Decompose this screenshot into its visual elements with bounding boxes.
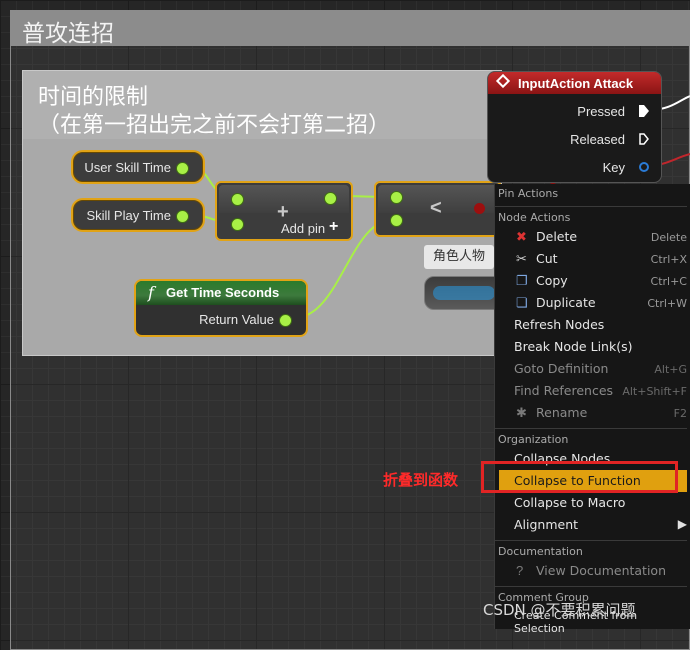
event-diamond-icon [495, 73, 511, 89]
submenu-arrow-icon: ▶ [677, 517, 687, 531]
return-value-label: Return Value [199, 312, 274, 327]
function-icon: f [148, 283, 154, 302]
less-than-node[interactable]: < [374, 181, 502, 237]
menu-item-shortcut: Delete [650, 231, 687, 244]
input-pin-b[interactable] [231, 218, 244, 231]
key-label: Key [602, 160, 625, 175]
annotation-highlight-box [481, 461, 678, 493]
menu-item-goto-definition: Goto Definition Alt+G [499, 358, 687, 380]
input-pin-a[interactable] [390, 191, 403, 204]
input-action-header: InputAction Attack [488, 72, 661, 94]
function-node-header: f Get Time Seconds [136, 281, 306, 305]
menu-item-label: Find References [514, 383, 614, 398]
menu-item-view-documentation: ? View Documentation [499, 560, 687, 582]
context-menu[interactable]: Pin Actions Node Actions ✖ Delete Delete… [494, 184, 690, 635]
delete-icon: ✖ [516, 229, 527, 244]
output-pin[interactable] [176, 210, 189, 223]
menu-item-label: View Documentation [536, 563, 666, 578]
menu-item-label: Alignment [514, 517, 579, 532]
section-node-actions: Node Actions [498, 211, 571, 224]
section-pin-actions: Pin Actions [498, 187, 559, 200]
output-pin[interactable] [324, 192, 337, 205]
menu-item-find-references: Find References Alt+Shift+F [499, 380, 687, 402]
character-tooltip: 角色人物 [424, 245, 494, 269]
duplicate-icon: ❏ [516, 295, 528, 310]
key-struct-pin[interactable] [639, 162, 649, 172]
var-node-skill-play-time[interactable]: Skill Play Time [71, 198, 205, 232]
var-node-label: Skill Play Time [86, 208, 171, 223]
menu-separator [495, 206, 687, 207]
menu-item-shortcut: F2 [673, 407, 687, 420]
input-pin-b[interactable] [390, 214, 403, 227]
menu-item-duplicate[interactable]: ❏ Duplicate Ctrl+W [499, 292, 687, 314]
menu-separator [495, 540, 687, 541]
menu-item-delete[interactable]: ✖ Delete Delete [499, 226, 687, 248]
menu-item-alignment[interactable]: Alignment ▶ [499, 514, 687, 536]
menu-item-shortcut: Ctrl+X [650, 253, 687, 266]
input-action-title: InputAction Attack [518, 76, 634, 91]
menu-item-label: Collapse to Macro [514, 495, 626, 510]
menu-separator [495, 428, 687, 429]
pressed-exec-pin[interactable] [639, 105, 649, 117]
plus-icon[interactable]: + [329, 218, 338, 236]
menu-item-shortcut: Alt+G [654, 363, 687, 376]
return-value-pin[interactable] [279, 314, 292, 327]
section-documentation: Documentation [498, 545, 583, 558]
add-pin-label[interactable]: Add pin [281, 221, 325, 236]
section-organization: Organization [498, 433, 569, 446]
scissors-icon: ✂ [516, 251, 527, 266]
menu-item-label: Goto Definition [514, 361, 609, 376]
released-label: Released [570, 132, 625, 147]
menu-item-cut[interactable]: ✂ Cut Ctrl+X [499, 248, 687, 270]
var-node-label: User Skill Time [84, 160, 171, 175]
menu-item-collapse-to-macro[interactable]: Collapse to Macro [499, 492, 687, 514]
function-node-title: Get Time Seconds [166, 285, 280, 300]
bool-output-pin[interactable] [474, 203, 485, 214]
menu-item-label: Break Node Link(s) [514, 339, 633, 354]
annotation-label: 折叠到函数 [383, 471, 459, 489]
menu-item-label: Duplicate [536, 295, 596, 310]
menu-item-label: Copy [536, 273, 568, 288]
menu-item-label: Cut [536, 251, 558, 266]
add-node[interactable]: + Add pin + [215, 181, 353, 241]
released-exec-pin[interactable] [639, 133, 649, 145]
menu-item-label: Rename [536, 405, 588, 420]
menu-item-shortcut: Ctrl+W [647, 297, 687, 310]
node-glow [433, 286, 495, 300]
star-icon: ✱ [516, 405, 527, 420]
menu-item-label: Refresh Nodes [514, 317, 605, 332]
menu-item-label: Delete [536, 229, 578, 244]
var-node-user-skill-time[interactable]: User Skill Time [71, 150, 205, 184]
menu-item-refresh-nodes[interactable]: Refresh Nodes [499, 314, 687, 336]
menu-item-break-node-links[interactable]: Break Node Link(s) [499, 336, 687, 358]
menu-item-copy[interactable]: ❐ Copy Ctrl+C [499, 270, 687, 292]
less-than-symbol: < [430, 197, 442, 219]
help-icon: ? [516, 563, 524, 578]
watermark: CSDN @不要积累问题 [483, 601, 636, 619]
menu-item-shortcut: Alt+Shift+F [622, 385, 687, 398]
copy-icon: ❐ [516, 273, 528, 288]
menu-separator [495, 586, 687, 587]
output-pin[interactable] [176, 162, 189, 175]
input-action-attack-node[interactable]: InputAction Attack Pressed Released Key [487, 71, 662, 183]
menu-item-rename: ✱ Rename F2 [499, 402, 687, 424]
menu-item-shortcut: Ctrl+C [650, 275, 687, 288]
character-node[interactable] [424, 276, 504, 310]
pressed-label: Pressed [577, 104, 625, 119]
get-time-seconds-node[interactable]: f Get Time Seconds Return Value [134, 279, 308, 337]
input-pin-a[interactable] [231, 193, 244, 206]
